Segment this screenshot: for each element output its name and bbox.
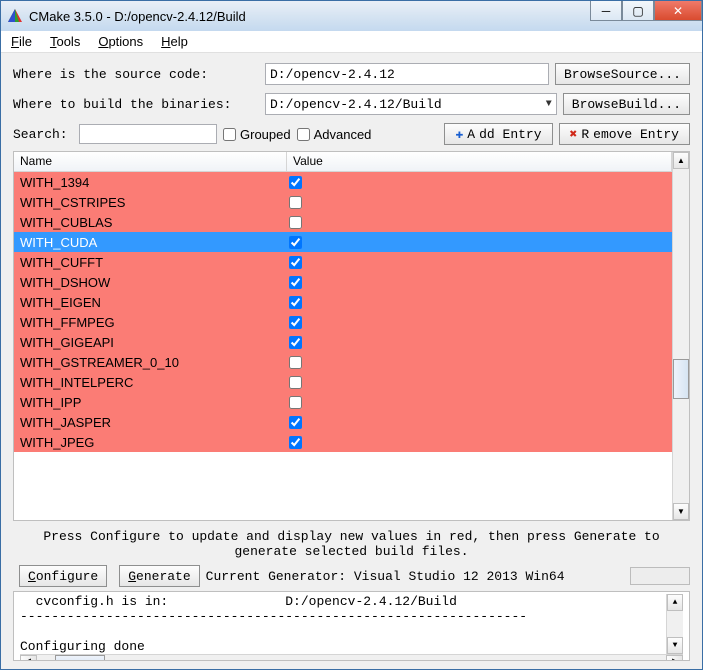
browse-source-button[interactable]: Browse Source...: [555, 63, 690, 85]
menu-help[interactable]: Help: [161, 34, 188, 49]
option-name: WITH_JPEG: [14, 435, 287, 450]
option-name: WITH_GSTREAMER_0_10: [14, 355, 287, 370]
option-value[interactable]: [287, 256, 672, 269]
add-entry-button[interactable]: ✚Add Entry: [444, 123, 552, 145]
option-checkbox[interactable]: [289, 216, 302, 229]
table-row[interactable]: WITH_CUBLAS: [14, 212, 672, 232]
generate-button[interactable]: Generate: [119, 565, 199, 587]
table-row[interactable]: WITH_GSTREAMER_0_10: [14, 352, 672, 372]
output-text[interactable]: cvconfig.h is in: D:/opencv-2.4.12/Build…: [20, 594, 666, 654]
plus-icon: ✚: [455, 127, 463, 142]
source-input[interactable]: [265, 63, 549, 85]
grouped-checkbox[interactable]: Grouped: [223, 127, 291, 142]
scroll-up-icon[interactable]: ▲: [673, 152, 689, 169]
table-row[interactable]: WITH_1394: [14, 172, 672, 192]
option-value[interactable]: [287, 316, 672, 329]
option-name: WITH_GIGEAPI: [14, 335, 287, 350]
option-value[interactable]: [287, 336, 672, 349]
option-name: WITH_CUBLAS: [14, 215, 287, 230]
option-checkbox[interactable]: [289, 416, 302, 429]
option-checkbox[interactable]: [289, 336, 302, 349]
maximize-button[interactable]: ▢: [622, 1, 654, 21]
option-checkbox[interactable]: [289, 436, 302, 449]
table-row[interactable]: WITH_CUDA: [14, 232, 672, 252]
option-checkbox[interactable]: [289, 296, 302, 309]
option-value[interactable]: [287, 196, 672, 209]
window-title: CMake 3.5.0 - D:/opencv-2.4.12/Build: [29, 9, 590, 24]
option-value[interactable]: [287, 236, 672, 249]
option-value[interactable]: [287, 276, 672, 289]
option-checkbox[interactable]: [289, 316, 302, 329]
menu-tools[interactable]: Tools: [50, 34, 80, 49]
option-name: WITH_FFMPEG: [14, 315, 287, 330]
app-icon: [7, 8, 23, 24]
menu-options[interactable]: Options: [98, 34, 143, 49]
option-value[interactable]: [287, 296, 672, 309]
build-value: D:/opencv-2.4.12/Build: [270, 97, 442, 112]
configure-button[interactable]: Configure: [19, 565, 107, 587]
option-name: WITH_CUDA: [14, 235, 287, 250]
option-value[interactable]: [287, 396, 672, 409]
close-button[interactable]: ✕: [654, 1, 702, 21]
generator-label: Current Generator: Visual Studio 12 2013…: [206, 569, 565, 584]
titlebar[interactable]: CMake 3.5.0 - D:/opencv-2.4.12/Build ─ ▢…: [1, 1, 702, 31]
option-name: WITH_JASPER: [14, 415, 287, 430]
table-row[interactable]: WITH_FFMPEG: [14, 312, 672, 332]
scroll-thumb[interactable]: [673, 359, 689, 399]
option-checkbox[interactable]: [289, 196, 302, 209]
menu-file[interactable]: File: [11, 34, 32, 49]
option-checkbox[interactable]: [289, 276, 302, 289]
table-row[interactable]: WITH_JASPER: [14, 412, 672, 432]
table-row[interactable]: WITH_CSTRIPES: [14, 192, 672, 212]
option-checkbox[interactable]: [289, 396, 302, 409]
option-name: WITH_EIGEN: [14, 295, 287, 310]
option-name: WITH_CUFFT: [14, 255, 287, 270]
scroll-down-icon[interactable]: ▼: [673, 503, 689, 520]
build-label: Where to build the binaries:: [13, 97, 265, 112]
minimize-button[interactable]: ─: [590, 1, 622, 21]
option-checkbox[interactable]: [289, 236, 302, 249]
option-checkbox[interactable]: [289, 356, 302, 369]
table-row[interactable]: WITH_CUFFT: [14, 252, 672, 272]
table-row[interactable]: WITH_EIGEN: [14, 292, 672, 312]
table-row[interactable]: WITH_IPP: [14, 392, 672, 412]
source-label: Where is the source code:: [13, 67, 265, 82]
output-panel: cvconfig.h is in: D:/opencv-2.4.12/Build…: [13, 591, 690, 661]
x-icon: ✖: [570, 127, 578, 142]
remove-entry-button[interactable]: ✖Remove Entry: [559, 123, 690, 145]
build-combo[interactable]: D:/opencv-2.4.12/Build ▼: [265, 93, 557, 115]
output-vscroll[interactable]: ▲ ▼: [666, 594, 683, 654]
table-row[interactable]: WITH_GIGEAPI: [14, 332, 672, 352]
table-scrollbar[interactable]: ▲ ▼: [672, 152, 689, 520]
option-name: WITH_CSTRIPES: [14, 195, 287, 210]
search-label: Search:: [13, 127, 73, 142]
column-name[interactable]: Name: [14, 152, 287, 171]
option-name: WITH_DSHOW: [14, 275, 287, 290]
option-value[interactable]: [287, 176, 672, 189]
column-value[interactable]: Value: [287, 152, 672, 171]
chevron-down-icon: ▼: [546, 99, 552, 110]
table-row[interactable]: WITH_JPEG: [14, 432, 672, 452]
option-value[interactable]: [287, 436, 672, 449]
option-value[interactable]: [287, 376, 672, 389]
option-name: WITH_IPP: [14, 395, 287, 410]
advanced-checkbox[interactable]: Advanced: [297, 127, 372, 142]
table-row[interactable]: WITH_DSHOW: [14, 272, 672, 292]
menubar: File Tools Options Help: [1, 31, 702, 53]
option-value[interactable]: [287, 416, 672, 429]
option-name: WITH_INTELPERC: [14, 375, 287, 390]
output-hscroll[interactable]: ◀ ▶: [20, 654, 683, 661]
hint-text: Press Configure to update and display ne…: [13, 529, 690, 559]
table-row[interactable]: WITH_INTELPERC: [14, 372, 672, 392]
option-checkbox[interactable]: [289, 256, 302, 269]
options-table: Name Value WITH_1394 WITH_CSTRIPES WITH_CU…: [13, 151, 690, 521]
option-checkbox[interactable]: [289, 176, 302, 189]
option-value[interactable]: [287, 356, 672, 369]
option-checkbox[interactable]: [289, 376, 302, 389]
option-value[interactable]: [287, 216, 672, 229]
browse-build-button[interactable]: Browse Build...: [563, 93, 690, 115]
option-name: WITH_1394: [14, 175, 287, 190]
search-input[interactable]: [79, 124, 217, 144]
progress-bar: [630, 567, 690, 585]
